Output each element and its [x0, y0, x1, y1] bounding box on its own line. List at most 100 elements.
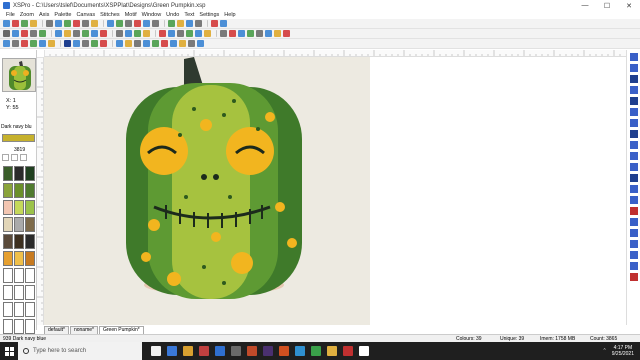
toolbar-tool-icon[interactable] [100, 40, 107, 47]
taskbar-app-icon[interactable] [231, 346, 241, 356]
palette-swatch[interactable] [25, 268, 35, 283]
palette-swatch[interactable] [3, 234, 13, 249]
toolbar-tool-icon[interactable] [229, 30, 236, 37]
taskbar-app-icon[interactable] [343, 346, 353, 356]
palette-swatch[interactable] [25, 234, 35, 249]
menu-axis[interactable]: Axis [39, 12, 49, 18]
toolbar-tool-icon[interactable] [152, 40, 159, 47]
toolbar-tool-icon[interactable] [188, 40, 195, 47]
toolbar-tool-icon[interactable] [64, 30, 71, 37]
close-button[interactable]: ✕ [618, 0, 640, 11]
toolbar-tool-icon[interactable] [125, 30, 132, 37]
toolbar-tool-icon[interactable] [159, 30, 166, 37]
toolbar-tool-icon[interactable] [125, 20, 132, 27]
palette-swatch[interactable] [14, 302, 24, 317]
right-tool-icon[interactable] [629, 108, 638, 116]
toolbar-tool-icon[interactable] [179, 40, 186, 47]
toolbar-tool-icon[interactable] [125, 40, 132, 47]
toolbar-tool-icon[interactable] [143, 40, 150, 47]
toolbar-tool-icon[interactable] [82, 20, 89, 27]
toolbar-tool-icon[interactable] [91, 40, 98, 47]
toolbar-tool-icon[interactable] [73, 40, 80, 47]
palette-swatch[interactable] [25, 217, 35, 232]
toolbar-tool-icon[interactable] [247, 30, 254, 37]
toolbar-tool-icon[interactable] [220, 30, 227, 37]
toolbar-tool-icon[interactable] [256, 30, 263, 37]
toolbar-tool-icon[interactable] [116, 40, 123, 47]
taskbar-app-icon[interactable] [167, 346, 177, 356]
right-tool-icon[interactable] [629, 86, 638, 94]
toolbar-tool-icon[interactable] [168, 20, 175, 27]
toolbar-tool-icon[interactable] [3, 30, 10, 37]
toolbar-tool-icon[interactable] [46, 20, 53, 27]
palette-color-icon[interactable] [11, 154, 18, 161]
toolbar-tool-icon[interactable] [177, 30, 184, 37]
toolbar-tool-icon[interactable] [73, 30, 80, 37]
toolbar-tool-icon[interactable] [73, 20, 80, 27]
palette-pin-icon[interactable] [2, 154, 9, 161]
palette-swatch[interactable] [14, 319, 24, 334]
taskbar-app-icon[interactable] [295, 346, 305, 356]
tab-noname[interactable]: noname* [69, 326, 98, 334]
toolbar-tool-icon[interactable] [30, 20, 37, 27]
toolbar-tool-icon[interactable] [82, 30, 89, 37]
toolbar-tool-icon[interactable] [30, 30, 37, 37]
toolbar-tool-icon[interactable] [116, 30, 123, 37]
menu-undo[interactable]: Undo [166, 12, 179, 18]
toolbar-tool-icon[interactable] [107, 20, 114, 27]
toolbar-tool-icon[interactable] [161, 40, 168, 47]
toolbar-tool-icon[interactable] [30, 40, 37, 47]
taskbar-app-icon[interactable] [199, 346, 209, 356]
toolbar-tool-icon[interactable] [274, 30, 281, 37]
right-tool-icon[interactable] [629, 141, 638, 149]
right-tool-icon[interactable] [629, 130, 638, 138]
toolbar-tool-icon[interactable] [12, 40, 19, 47]
taskbar-app-icon[interactable] [279, 346, 289, 356]
menu-window[interactable]: Window [142, 12, 162, 18]
toolbar-tool-icon[interactable] [220, 20, 227, 27]
toolbar-tool-icon[interactable] [197, 40, 204, 47]
clock[interactable]: 4:17 PM 9/25/2021 [612, 345, 634, 357]
palette-swatch[interactable] [3, 166, 13, 181]
right-tool-icon[interactable] [629, 185, 638, 193]
toolbar-tool-icon[interactable] [64, 20, 71, 27]
taskbar-app-icon[interactable] [311, 346, 321, 356]
toolbar-tool-icon[interactable] [134, 20, 141, 27]
right-tool-icon[interactable] [629, 174, 638, 182]
toolbar-tool-icon[interactable] [265, 30, 272, 37]
palette-swatch[interactable] [25, 183, 35, 198]
toolbar-tool-icon[interactable] [100, 30, 107, 37]
taskbar-app-icon[interactable] [263, 346, 273, 356]
right-tool-icon[interactable] [629, 152, 638, 160]
toolbar-tool-icon[interactable] [143, 20, 150, 27]
right-tool-icon[interactable] [629, 163, 638, 171]
palette-swatch[interactable] [25, 166, 35, 181]
menu-motif[interactable]: Motif [125, 12, 137, 18]
minimize-button[interactable]: — [574, 0, 596, 11]
toolbar-tool-icon[interactable] [283, 30, 290, 37]
design-canvas[interactable] [44, 57, 626, 325]
maximize-button[interactable]: ☐ [596, 0, 618, 11]
toolbar-tool-icon[interactable] [91, 30, 98, 37]
toolbar-tool-icon[interactable] [48, 40, 55, 47]
palette-swatch[interactable] [3, 285, 13, 300]
taskbar-app-icon[interactable] [327, 346, 337, 356]
toolbar-tool-icon[interactable] [195, 20, 202, 27]
right-tool-icon[interactable] [629, 119, 638, 127]
toolbar-tool-icon[interactable] [134, 30, 141, 37]
right-tool-icon[interactable] [629, 53, 638, 61]
menu-text[interactable]: Text [184, 12, 194, 18]
palette-swatch[interactable] [25, 285, 35, 300]
taskbar-search[interactable]: Type here to search [18, 342, 142, 360]
right-tool-icon[interactable] [629, 273, 638, 281]
toolbar-tool-icon[interactable] [12, 20, 19, 27]
toolbar-tool-icon[interactable] [55, 20, 62, 27]
palette-swatch[interactable] [25, 200, 35, 215]
taskbar-app-icon[interactable] [151, 346, 161, 356]
toolbar-tool-icon[interactable] [12, 30, 19, 37]
palette-swatch[interactable] [3, 217, 13, 232]
palette-swatch[interactable] [3, 251, 13, 266]
right-tool-icon[interactable] [629, 64, 638, 72]
right-tool-icon[interactable] [629, 196, 638, 204]
windows-start-icon[interactable] [0, 342, 18, 360]
